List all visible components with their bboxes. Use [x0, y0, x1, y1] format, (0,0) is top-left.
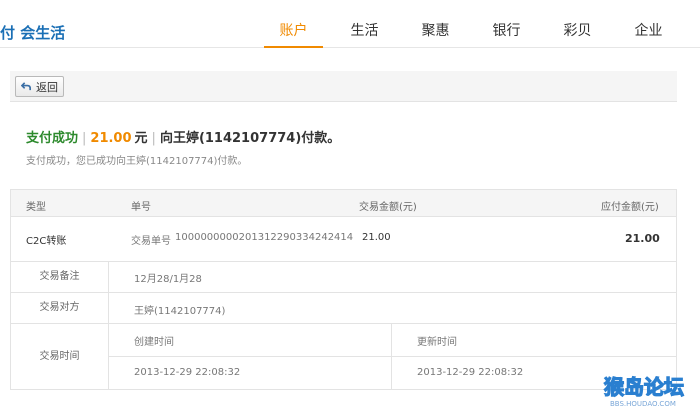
header-type: 类型: [26, 202, 46, 213]
separator: |: [82, 131, 87, 146]
time-label: 交易时间: [11, 324, 109, 389]
row-payable: 21.00: [625, 232, 660, 245]
top-navigation-bar: 付 会生活 账户 生活 聚惠 银行 彩贝 企业: [0, 0, 700, 48]
created-time-value: 2013-12-29 22:08:32: [134, 367, 241, 378]
recipient-text: 向王婷(1142107774)付款。: [159, 131, 341, 146]
back-button[interactable]: 返回: [15, 76, 64, 97]
back-button-label: 返回: [36, 80, 58, 94]
divider: [11, 292, 676, 293]
divider: [391, 324, 392, 389]
separator: |: [151, 131, 156, 146]
header-payable: 应付金额(元): [601, 202, 659, 213]
updated-time-value: 2013-12-29 22:08:32: [417, 367, 524, 378]
table-row: C2C转账 交易单号 1000000000201312290334242414 …: [11, 218, 676, 250]
nav-tab-account[interactable]: 账户: [258, 0, 329, 48]
divider: [109, 356, 676, 357]
page-toolbar: 返回: [10, 71, 677, 102]
row-order-number: 1000000000201312290334242414: [175, 232, 354, 243]
paid-amount: 21.00: [90, 131, 132, 146]
divider: [11, 261, 676, 262]
forum-watermark: 猴岛论坛 BBS.HOUDAO.COM: [603, 374, 684, 408]
header-amount: 交易金额(元): [359, 202, 417, 213]
row-type: C2C转账: [26, 236, 67, 247]
remark-label: 交易备注: [11, 261, 109, 292]
payment-result-heading: 支付成功 | 21.00 元 | 向王婷(1142107774)付款。: [26, 127, 340, 146]
nav-tab-life[interactable]: 生活: [329, 0, 400, 48]
site-logo[interactable]: 付 会生活: [0, 22, 65, 43]
back-arrow-icon: [21, 82, 31, 91]
nav-tab-bank[interactable]: 银行: [471, 0, 542, 48]
divider: [11, 323, 676, 324]
payment-result-subline: 支付成功，您已成功向王婷(1142107774)付款。: [26, 156, 248, 167]
remark-value: 12月28/1月28: [134, 274, 202, 285]
nav-tab-caibei[interactable]: 彩贝: [542, 0, 613, 48]
currency-unit: 元: [134, 131, 148, 146]
watermark-text: 猴岛论坛: [604, 375, 684, 399]
status-text: 支付成功: [26, 131, 79, 146]
row-order-label: 交易单号: [131, 236, 171, 247]
created-time-label: 创建时间: [134, 337, 174, 348]
nav-tab-deals[interactable]: 聚惠: [400, 0, 471, 48]
updated-time-label: 更新时间: [417, 337, 457, 348]
table-header: 类型 单号 交易金额(元) 应付金额(元): [11, 190, 676, 217]
row-amount: 21.00: [362, 232, 391, 243]
transaction-table: 类型 单号 交易金额(元) 应付金额(元) C2C转账 交易单号 1000000…: [10, 189, 677, 390]
header-order-no: 单号: [131, 202, 151, 213]
counterparty-value: 王婷(1142107774): [134, 306, 226, 317]
watermark-subtext: BBS.HOUDAO.COM: [610, 400, 676, 408]
counterparty-label: 交易对方: [11, 293, 109, 323]
nav-tab-enterprise[interactable]: 企业: [613, 0, 684, 48]
main-nav: 账户 生活 聚惠 银行 彩贝 企业: [258, 0, 684, 48]
